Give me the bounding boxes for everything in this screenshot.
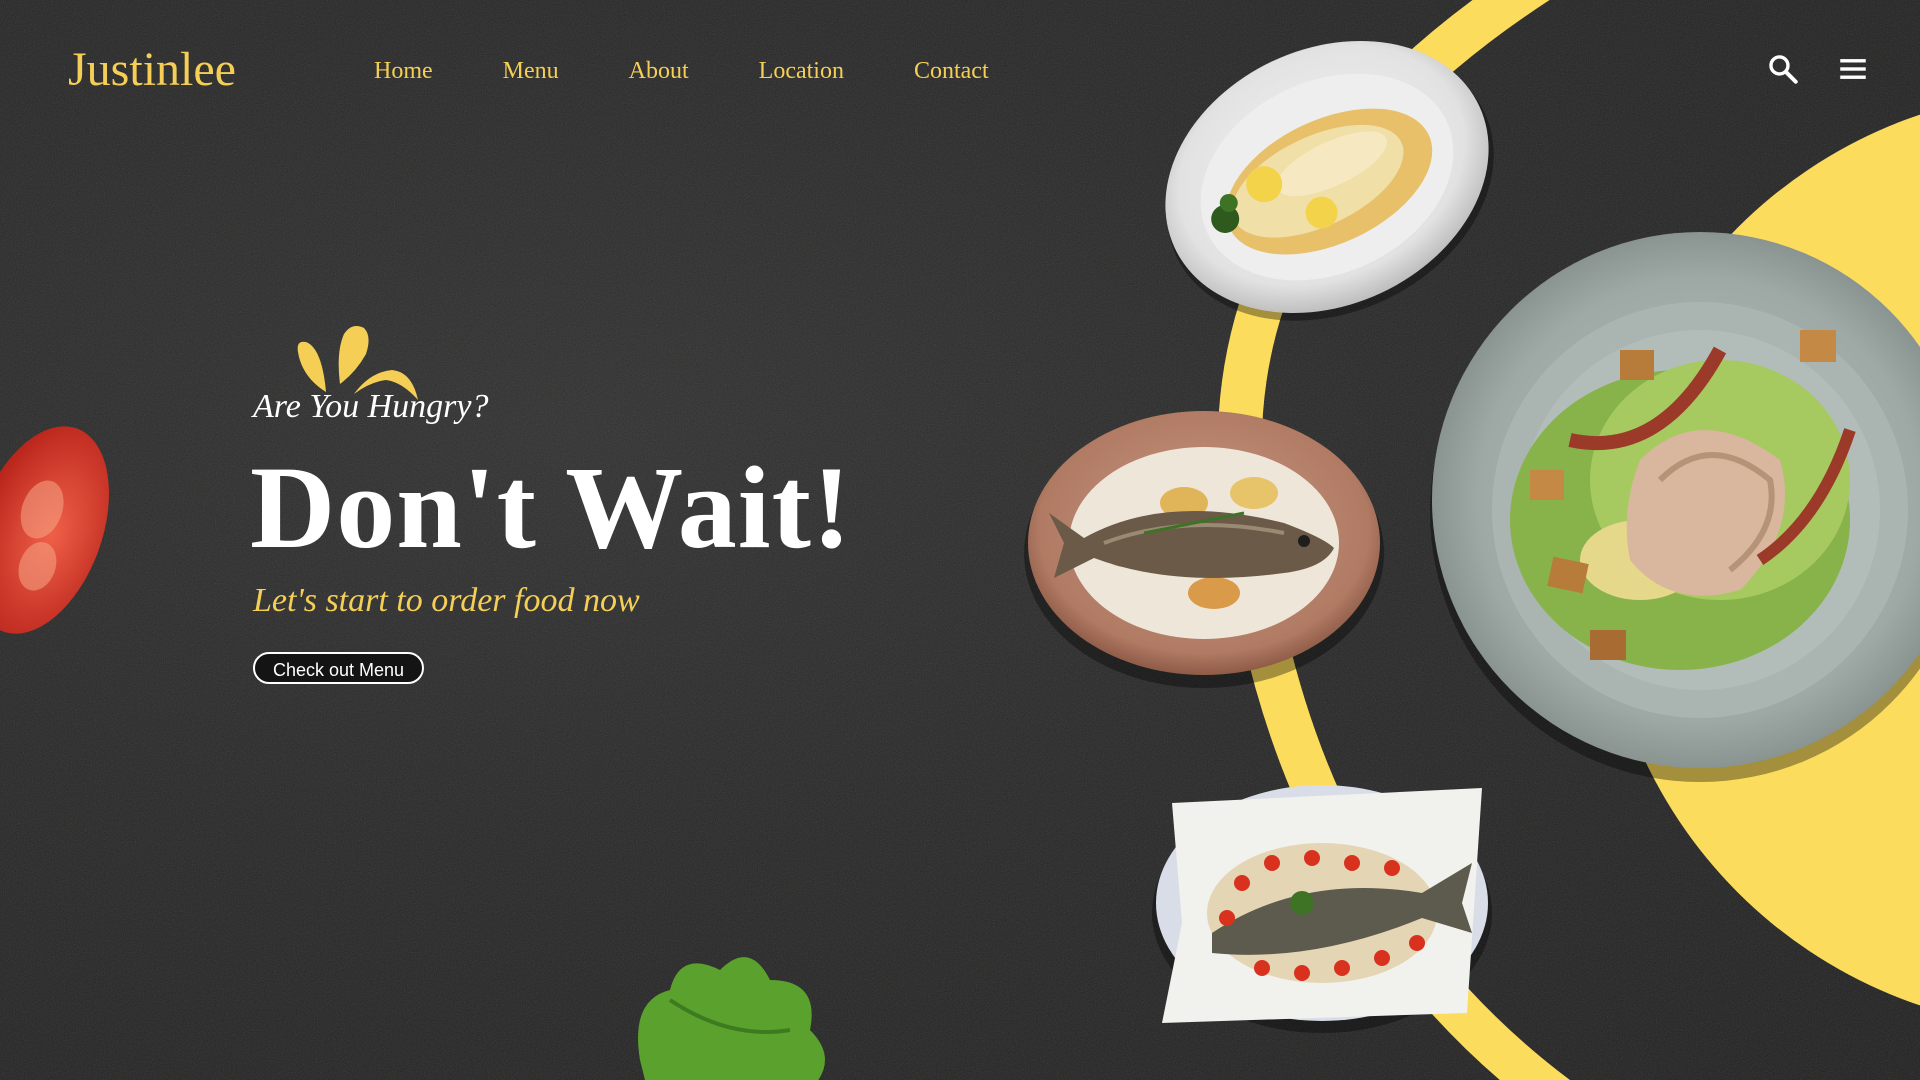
hero-title: Don't Wait! [250,442,853,573]
caesar-salad-plate [1430,232,1920,782]
fish-fillet-plate [1165,40,1494,321]
nav-about[interactable]: About [629,58,689,85]
hero-eyebrow: Are You Hungry? [253,388,489,425]
grilled-fish-plate [1024,411,1384,688]
nav-location[interactable]: Location [759,58,844,85]
tomato-slice [0,426,109,634]
hero-subtitle: Let's start to order food now [253,582,640,619]
landing-page: Justinlee Home Menu About Location Conta… [0,0,1920,1080]
nav-menu[interactable]: Menu [503,58,559,85]
nav-contact[interactable]: Contact [914,58,989,85]
brand-logo[interactable]: Justinlee [68,42,236,97]
search-icon [1769,55,1798,84]
hamburger-menu-button[interactable] [1836,52,1870,86]
nav-home[interactable]: Home [374,58,433,85]
main-nav: Home Menu About Location Contact [374,58,1059,85]
baked-fish-paper-plate [1152,785,1492,1033]
parsley-leaf [638,957,825,1080]
check-out-menu-button[interactable]: Check out Menu [253,652,425,684]
hamburger-menu-icon [1840,59,1866,79]
search-button[interactable] [1766,52,1800,86]
